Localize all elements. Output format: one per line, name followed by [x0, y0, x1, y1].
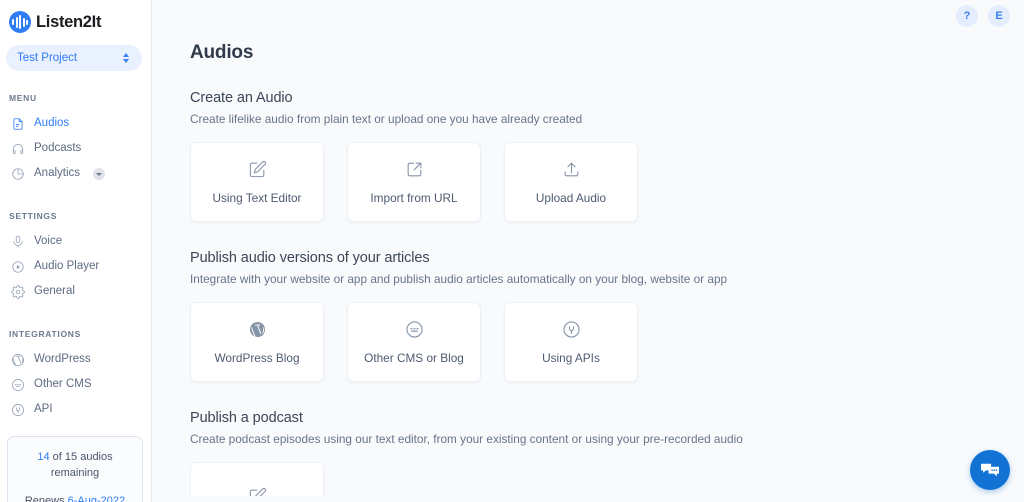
sidebar-section-label: MENU [9, 93, 37, 103]
section-title: Create an Audio [190, 90, 293, 106]
api-plug-icon [562, 320, 581, 339]
sidebar-item-label: Voice [34, 234, 63, 247]
card-row: Using Text Editor Import from URL Upload… [190, 142, 1024, 222]
sidebar-item-label: Other CMS [34, 377, 92, 390]
cms-circle-icon [405, 320, 424, 339]
topbar: ? E [152, 0, 1024, 32]
sidebar-item-general[interactable]: General [0, 279, 151, 304]
card-label: WordPress Blog [214, 350, 300, 365]
section-subtitle: Integrate with your website or app and p… [190, 272, 728, 286]
sidebar-item-label: General [34, 284, 75, 297]
card-using-apis[interactable]: Using APIs [504, 302, 638, 382]
sidebar-item-label: Analytics [34, 166, 81, 179]
brand-logo[interactable]: Listen2It [0, 0, 151, 34]
card-label: Other CMS or Blog [364, 350, 464, 365]
sidebar-item-audios[interactable]: Audios [0, 111, 151, 136]
usage-quota-card: 14 of 15 audios remaining Renews 6-Aug-2… [7, 436, 143, 502]
main-content: ? E Audios Create an Audio Create lifeli… [152, 0, 1024, 502]
soundwave-logo-icon [9, 11, 31, 33]
card-row: WordPress Blog Other CMS or Blog Using A… [190, 302, 1024, 382]
content-area: Audios Create an Audio Create lifelike a… [152, 42, 1024, 496]
card-import-from-url[interactable]: Import from URL [347, 142, 481, 222]
usage-of-text: of 15 audios [49, 451, 113, 463]
usage-count: 14 [37, 451, 50, 463]
card-row [190, 462, 1024, 496]
section-subtitle: Create podcast episodes using our text e… [190, 432, 743, 446]
usage-renews-line: Renews 6-Aug-2022 [14, 495, 136, 502]
card-label: Upload Audio [535, 190, 607, 205]
section-subtitle: Create lifelike audio from plain text or… [190, 112, 583, 126]
project-selector[interactable]: Test Project [6, 45, 142, 71]
sidebar-item-label: API [34, 402, 53, 415]
headphones-icon [11, 142, 25, 156]
sidebar: Listen2It Test Project MENU Audios Podca… [0, 0, 152, 502]
microphone-icon [11, 235, 25, 249]
sidebar-item-label: Audio Player [34, 259, 100, 272]
chat-bubbles-icon[interactable] [970, 450, 1010, 490]
sidebar-item-other-cms[interactable]: Other CMS [0, 372, 151, 397]
sidebar-item-wordpress[interactable]: WordPress [0, 347, 151, 372]
section-publish-audio-versions: Publish audio versions of your articles … [190, 250, 1024, 382]
card-using-text-editor[interactable]: Using Text Editor [190, 142, 324, 222]
card-other-cms-or-blog[interactable]: Other CMS or Blog [347, 302, 481, 382]
upload-icon [562, 160, 581, 179]
sidebar-item-label: WordPress [34, 352, 91, 365]
page-title: Audios [190, 42, 254, 63]
card-label: Import from URL [370, 190, 458, 205]
gear-icon [11, 284, 25, 299]
usage-count-line: 14 of 15 audios remaining [14, 449, 136, 481]
section-create-an-audio: Create an Audio Create lifelike audio fr… [190, 90, 1024, 222]
section-publish-a-podcast: Publish a podcast Create podcast episode… [190, 410, 1024, 496]
sidebar-item-api[interactable]: API [0, 397, 151, 422]
app-root: Listen2It Test Project MENU Audios Podca… [0, 0, 1024, 502]
edit-square-icon [248, 487, 267, 496]
chat-bubbles-glyph [981, 463, 999, 477]
sidebar-item-analytics[interactable]: Analytics [0, 161, 151, 186]
sidebar-item-label: Audios [34, 116, 70, 129]
sidebar-section-settings: SETTINGS Voice Audio Player General [0, 211, 151, 304]
play-circle-icon [11, 260, 25, 274]
sidebar-section-label: SETTINGS [9, 211, 58, 221]
wordpress-icon [11, 353, 25, 367]
pie-chart-icon [11, 167, 25, 181]
section-title: Publish audio versions of your articles [190, 250, 430, 266]
help-icon[interactable]: ? [956, 5, 978, 27]
usage-renews-date: 6-Aug-2022 [67, 495, 126, 502]
project-name: Test Project [17, 52, 78, 64]
sidebar-section-label: INTEGRATIONS [9, 329, 81, 339]
edit-square-icon [248, 160, 267, 179]
brand-name: Listen2It [36, 12, 102, 31]
sidebar-section-integrations: INTEGRATIONS WordPress Other CMS API [0, 329, 151, 422]
sidebar-item-podcasts[interactable]: Podcasts [0, 136, 151, 161]
usage-renews-label: Renews [24, 495, 68, 502]
cms-circle-icon [11, 378, 25, 392]
card-upload-audio[interactable]: Upload Audio [504, 142, 638, 222]
chevron-down-icon[interactable] [93, 167, 106, 180]
sidebar-item-audio-player[interactable]: Audio Player [0, 254, 151, 279]
usage-remaining-text: remaining [50, 467, 100, 479]
card-label: Using Text Editor [212, 190, 302, 205]
card-label: Using APIs [542, 350, 600, 365]
selector-updown-icon [122, 52, 131, 64]
sidebar-item-label: Podcasts [34, 141, 82, 154]
external-link-icon [405, 160, 424, 179]
user-avatar-icon[interactable]: E [988, 5, 1010, 27]
wordpress-icon [248, 320, 267, 339]
section-title: Publish a podcast [190, 410, 303, 426]
api-plug-icon [11, 403, 25, 417]
sidebar-section-menu: MENU Audios Podcasts Analytics [0, 93, 151, 186]
document-audio-icon [11, 117, 25, 131]
sidebar-item-voice[interactable]: Voice [0, 229, 151, 254]
card-wordpress-blog[interactable]: WordPress Blog [190, 302, 324, 382]
card-podcast-text-editor[interactable] [190, 462, 324, 496]
